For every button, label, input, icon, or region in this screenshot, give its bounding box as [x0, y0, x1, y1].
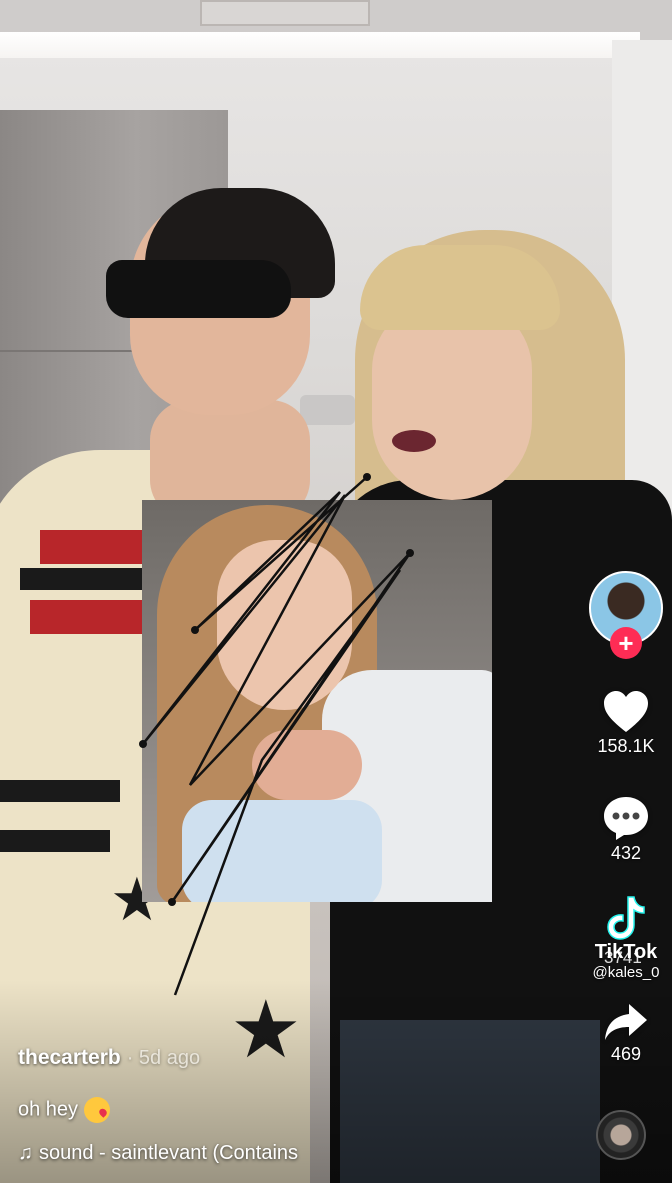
sound-row[interactable]: ♫ sound - saintlevant (Contains [18, 1142, 298, 1165]
caption-username-row[interactable]: thecarterb · 5d ago [18, 1046, 200, 1070]
creator-avatar[interactable]: + [589, 571, 663, 659]
post-age: · 5d ago [126, 1047, 201, 1069]
follow-plus-icon[interactable]: + [610, 627, 642, 659]
ceiling-vent [200, 0, 370, 26]
comment-count: 432 [610, 843, 642, 863]
share-icon[interactable] [603, 1002, 649, 1042]
person-right-bangs [360, 245, 560, 330]
pipe-fixture [300, 395, 355, 425]
share-count: 469 [610, 1044, 642, 1064]
video-frame[interactable]: ★ ★ + 158.1K [0, 0, 672, 1183]
like-button[interactable]: 158.1K [588, 690, 664, 757]
like-count: 158.1K [597, 736, 655, 756]
kiss-emoji-icon [84, 1097, 111, 1123]
comment-button[interactable]: 432 [588, 795, 664, 864]
watermark-count: 3741 [604, 948, 642, 967]
person-right-lips [392, 430, 436, 452]
caption-text-row: oh hey [18, 1097, 111, 1123]
sunglasses [106, 260, 291, 318]
tiktok-logo-icon [607, 896, 645, 940]
inset-photo [142, 500, 492, 902]
ceiling-light [0, 32, 640, 58]
heart-icon[interactable] [602, 690, 650, 734]
username[interactable]: thecarterb [18, 1046, 121, 1069]
sound-title[interactable]: sound - saintlevant (Contains [39, 1142, 298, 1164]
music-note-icon: ♫ [18, 1142, 33, 1164]
music-disc-icon[interactable] [596, 1110, 646, 1160]
tiktok-watermark: TikTok @kales_0 [580, 895, 672, 981]
caption-text: oh hey [18, 1098, 79, 1121]
person-right-face [372, 300, 532, 500]
comment-icon[interactable] [602, 795, 650, 841]
share-button[interactable]: 469 [588, 1002, 664, 1065]
